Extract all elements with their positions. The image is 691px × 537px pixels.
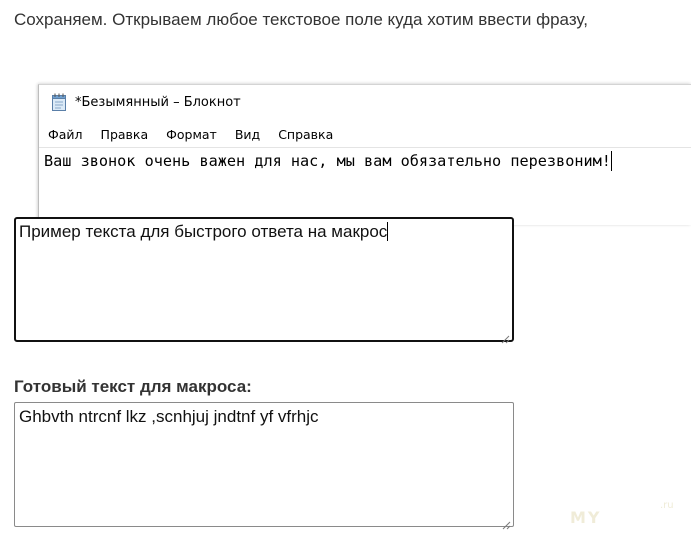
notepad-titlebar: *Безымянный – Блокнот <box>39 85 691 119</box>
notepad-icon <box>51 93 67 111</box>
notepad-editor[interactable]: Ваш звонок очень важен для нас, мы вам о… <box>39 147 691 225</box>
menu-format[interactable]: Формат <box>166 127 217 142</box>
macro-input-text: Пример текста для быстрого ответа на мак… <box>19 222 388 241</box>
macro-input-caret <box>387 222 389 241</box>
result-textarea[interactable]: Ghbvth ntrcnf lkz ,scnhjuj jndtnf yf vfr… <box>14 402 514 530</box>
macro-input-textarea[interactable]: Пример текста для быстрого ответа на мак… <box>14 217 514 344</box>
watermark-suffix: .ru <box>660 500 674 511</box>
menu-edit[interactable]: Правка <box>101 127 149 142</box>
notepad-text-line: Ваш звонок очень важен для нас, мы вам о… <box>44 150 612 172</box>
menu-file[interactable]: Файл <box>48 127 83 142</box>
resize-handle-icon[interactable] <box>500 328 510 344</box>
notepad-window: *Безымянный – Блокнот Файл Правка Формат… <box>38 84 691 225</box>
notepad-menubar: Файл Правка Формат Вид Справка <box>39 123 342 145</box>
notepad-text: Ваш звонок очень важен для нас, мы вам о… <box>44 152 611 170</box>
intro-paragraph: Сохраняем. Открываем любое текстовое пол… <box>14 10 588 29</box>
menu-view[interactable]: Вид <box>235 127 260 142</box>
menu-help[interactable]: Справка <box>278 127 333 142</box>
result-text: Ghbvth ntrcnf lkz ,scnhjuj jndtnf yf vfr… <box>19 407 319 426</box>
watermark-logo: MY <box>570 508 602 527</box>
result-label: Готовый текст для макроса: <box>14 377 252 396</box>
resize-handle-icon[interactable] <box>501 514 511 530</box>
notepad-caret <box>610 151 612 171</box>
notepad-title: *Безымянный – Блокнот <box>75 94 241 110</box>
